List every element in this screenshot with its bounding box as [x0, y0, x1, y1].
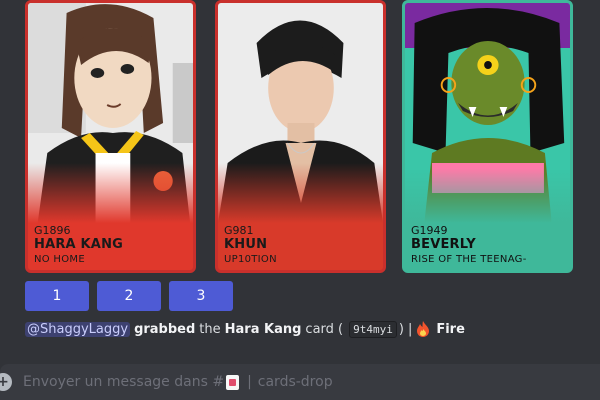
placeholder-prefix: Envoyer un message dans # — [23, 374, 225, 390]
card-beverly: G1949 BEVERLY RISE OF THE TEENAG- — [402, 0, 573, 273]
card-series: RISE OF THE TEENAG- — [411, 254, 527, 265]
card-drop: G1896 HARA KANG NO HOME G981 KHUN UP10TI… — [0, 0, 600, 275]
card-art — [405, 3, 570, 223]
user-mention[interactable]: @ShaggyLaggy — [25, 321, 131, 337]
grab-button-2[interactable]: 2 — [97, 281, 161, 311]
grab-message: @ShaggyLaggy grabbed the Hara Kang card … — [25, 318, 465, 340]
card-khun: G981 KHUN UP10TION — [215, 0, 386, 273]
card-name: HARA KANG — [34, 237, 124, 252]
card-code: G1949 — [411, 224, 448, 237]
card-series: NO HOME — [34, 254, 85, 265]
grab-button-1[interactable]: 1 — [25, 281, 89, 311]
card-code-chip: 9t4myi — [349, 320, 397, 338]
card-code: G981 — [224, 224, 254, 237]
card-art-illustration — [405, 3, 570, 223]
card-info: G1896 HARA KANG NO HOME — [34, 224, 189, 266]
message-text-the: the — [199, 321, 221, 337]
message-text-card: card ( — [305, 321, 344, 337]
grab-action: grabbed — [134, 321, 196, 337]
card-name: BEVERLY — [411, 237, 476, 252]
grabbed-card-name: Hara Kang — [224, 321, 302, 337]
card-art-illustration — [28, 3, 193, 223]
grab-buttons: 1 2 3 — [25, 281, 233, 311]
card-art-photo — [218, 3, 383, 223]
card-info: G1949 BEVERLY RISE OF THE TEENAG- — [411, 224, 566, 266]
card-info: G981 KHUN UP10TION — [224, 224, 379, 266]
card-series: UP10TION — [224, 254, 277, 265]
message-close-paren: ) — [398, 321, 404, 337]
fire-icon — [416, 321, 430, 337]
message-composer[interactable]: + Envoyer un message dans # | cards-drop — [0, 364, 600, 400]
card-art — [28, 3, 193, 223]
plus-icon[interactable]: + — [0, 373, 12, 391]
channel-emoji-icon — [226, 374, 240, 390]
channel-name: cards-drop — [257, 374, 333, 390]
card-code: G1896 — [34, 224, 71, 237]
card-art — [218, 3, 383, 223]
card-name: KHUN — [224, 237, 268, 252]
card-hara-kang: G1896 HARA KANG NO HOME — [25, 0, 196, 273]
composer-placeholder[interactable]: Envoyer un message dans # | cards-drop — [23, 374, 333, 390]
message-separator: | — [407, 321, 413, 337]
card-condition: Fire — [436, 321, 465, 337]
grab-button-3[interactable]: 3 — [169, 281, 233, 311]
channel-divider: | — [247, 374, 252, 390]
